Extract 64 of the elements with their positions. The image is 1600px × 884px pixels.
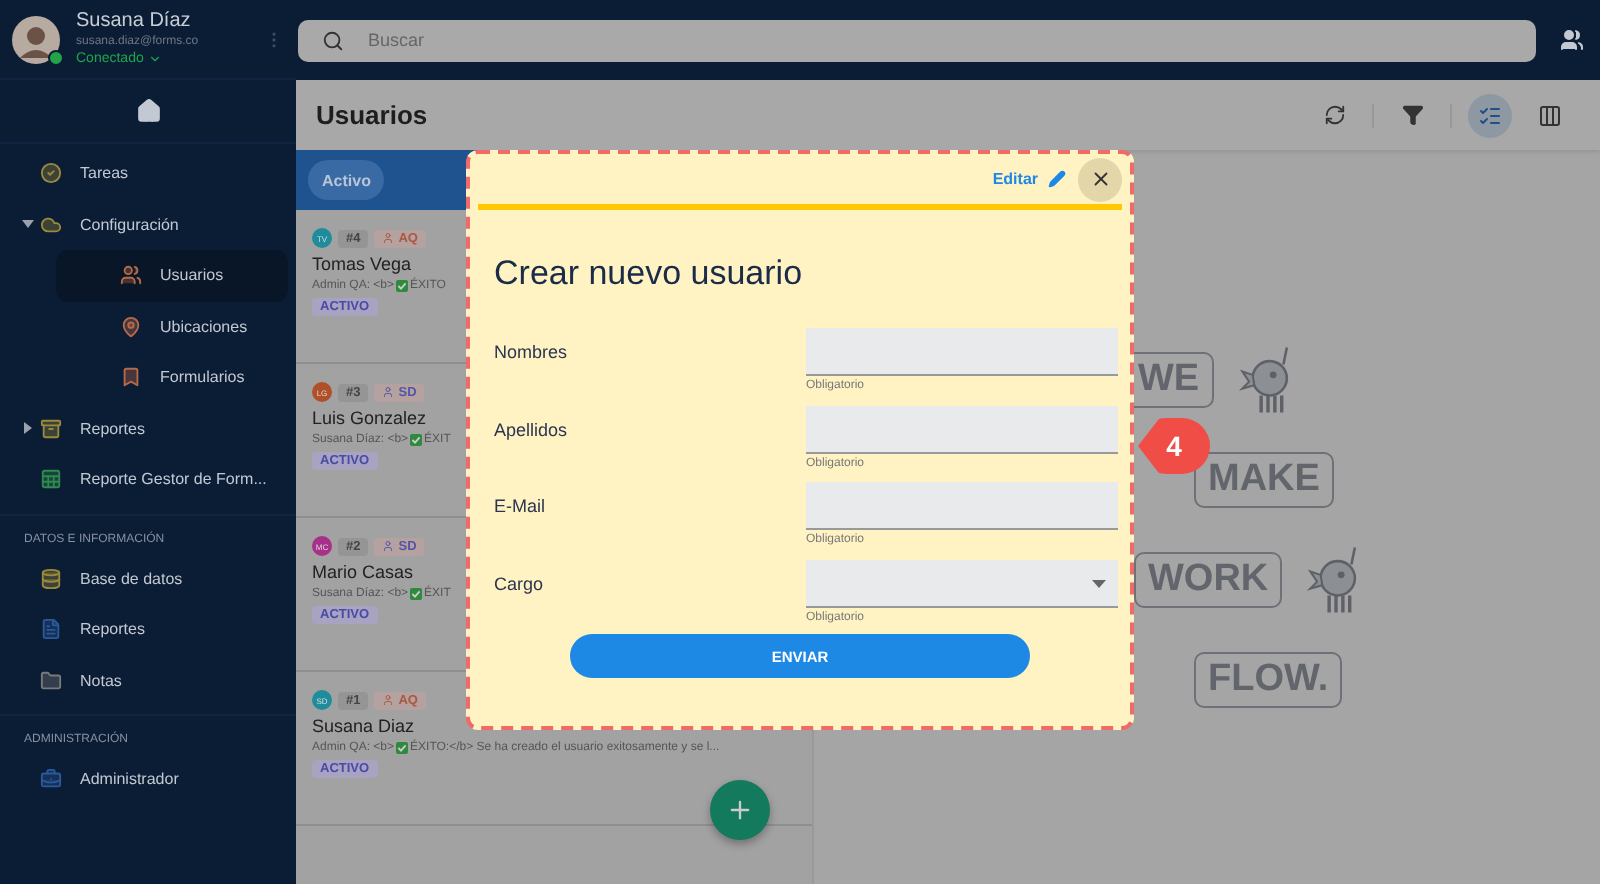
user-name: Susana Díaz	[76, 9, 191, 33]
dropdown-caret-icon	[1092, 579, 1106, 588]
columns-icon	[1538, 103, 1562, 127]
users-icon	[120, 264, 142, 287]
sidebar-item[interactable]: Administrador	[0, 754, 288, 805]
home-icon[interactable]	[135, 98, 161, 124]
user-name: Susana Diaz	[312, 716, 415, 736]
person-icon	[382, 232, 395, 244]
sidebar-item[interactable]: Ubicaciones	[56, 301, 288, 352]
refresh-icon	[1323, 104, 1345, 126]
select-field[interactable]	[806, 560, 1118, 609]
caret-icon[interactable]	[22, 218, 34, 231]
field-label: E-Mail	[494, 496, 548, 517]
person-icon	[382, 540, 395, 552]
page-title: Usuarios	[316, 100, 430, 130]
search-field[interactable]: Buscar	[298, 19, 1536, 61]
checklist-icon	[1478, 103, 1502, 127]
sidebar-item[interactable]: Tareas	[0, 148, 288, 199]
folder-icon	[40, 669, 62, 692]
sidebar-item[interactable]: Formularios	[56, 352, 288, 403]
check-icon	[410, 434, 423, 446]
field-label: Cargo	[494, 574, 546, 595]
sidebar-item[interactable]: Base de datos	[0, 553, 288, 604]
plus-icon	[726, 796, 754, 824]
bookmark-icon	[120, 366, 142, 389]
user-name: Luis Gonzalez	[312, 408, 427, 428]
check-icon	[396, 280, 409, 292]
sidebar-item[interactable]: Reporte Gestor de Form...	[0, 454, 288, 505]
sidebar-item[interactable]: Reportes	[0, 604, 288, 655]
archive-icon	[40, 417, 62, 440]
map-pin-icon	[120, 315, 142, 338]
person-icon	[382, 694, 395, 706]
chevron-icon	[147, 52, 162, 66]
user-name: Tomas Vega	[312, 254, 412, 274]
search-icon	[322, 29, 344, 51]
sidebar-item[interactable]: Notas	[0, 655, 288, 706]
caret-icon[interactable]	[22, 422, 34, 435]
toolbox-icon	[40, 768, 62, 791]
cloud-icon	[40, 213, 62, 236]
list-view-button[interactable]	[1468, 93, 1512, 137]
check-icon	[396, 742, 409, 754]
input-field[interactable]	[806, 482, 1118, 531]
input-field[interactable]	[806, 405, 1118, 454]
table-icon	[40, 468, 62, 491]
person-icon	[382, 386, 395, 398]
sidebar-item[interactable]: Usuarios	[56, 250, 288, 301]
close-button[interactable]	[1078, 157, 1122, 201]
input-field[interactable]	[806, 328, 1118, 377]
dialog-title: Crear nuevo usuario	[494, 254, 803, 294]
filter-icon	[1401, 104, 1423, 126]
avatar[interactable]	[12, 15, 60, 63]
pencil-icon	[1048, 170, 1066, 188]
close-icon	[1089, 168, 1111, 190]
sidebar-item[interactable]: Reportes	[0, 403, 288, 454]
speech-bubble: FLOW.	[1194, 652, 1343, 708]
users-icon[interactable]	[1560, 28, 1584, 52]
document-icon	[40, 618, 62, 641]
check-circle-icon	[40, 162, 62, 185]
field-label: Apellidos	[494, 419, 570, 440]
sidebar-item[interactable]: Configuración	[0, 199, 288, 250]
database-icon	[40, 567, 62, 590]
user-name: Mario Casas	[312, 562, 414, 582]
check-icon	[410, 588, 423, 600]
field-label: Nombres	[494, 342, 570, 363]
